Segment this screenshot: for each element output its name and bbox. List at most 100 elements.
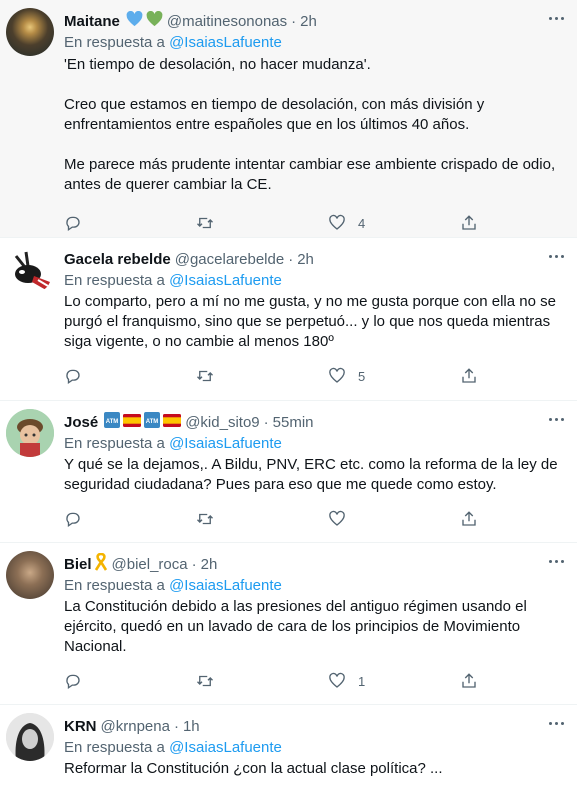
tweet-actions: 4 xyxy=(64,203,561,243)
reply-prefix: En respuesta a xyxy=(64,739,165,756)
retweet-button[interactable] xyxy=(196,510,328,528)
more-options-icon[interactable] xyxy=(545,11,567,25)
reply-button[interactable] xyxy=(64,214,196,232)
like-button[interactable]: 5 xyxy=(328,367,460,385)
like-count: 1 xyxy=(358,673,366,689)
avatar[interactable] xyxy=(6,713,54,761)
timestamp[interactable]: 2h xyxy=(300,12,317,32)
spain-flag-icon xyxy=(163,413,182,433)
tweet[interactable]: Biel @biel_roca · 2h En respuesta a @Isa… xyxy=(0,543,577,705)
share-button[interactable] xyxy=(460,214,478,232)
blue-heart-icon xyxy=(126,10,143,33)
reply-prefix: En respuesta a xyxy=(64,577,165,594)
tweet-actions xyxy=(64,499,561,539)
author-name[interactable]: KRN xyxy=(64,717,97,737)
share-button[interactable] xyxy=(460,510,478,528)
tweet[interactable]: Maitane @maitinesononas · 2h En respuest… xyxy=(0,0,577,238)
separator-dot: · xyxy=(173,718,179,735)
separator-dot: · xyxy=(263,414,269,431)
timestamp[interactable]: 1h xyxy=(183,717,200,737)
tweet-actions: 1 xyxy=(64,661,561,701)
reply-to-link[interactable]: @IsaiasLafuente xyxy=(169,577,282,594)
avatar[interactable] xyxy=(6,8,54,56)
retweet-icon xyxy=(197,370,213,382)
cartoon-avatar-icon xyxy=(6,409,54,457)
timestamp[interactable]: 55min xyxy=(273,413,314,433)
separator-dot: · xyxy=(291,13,297,30)
share-icon xyxy=(462,368,476,383)
more-options-icon[interactable] xyxy=(545,412,567,426)
timestamp[interactable]: 2h xyxy=(297,250,314,270)
like-button[interactable]: 4 xyxy=(328,214,460,232)
reply-button[interactable] xyxy=(64,367,196,385)
heart-icon xyxy=(329,214,345,230)
share-button[interactable] xyxy=(460,367,478,385)
yellow-ribbon-icon xyxy=(94,552,108,577)
reply-context: En respuesta a @IsaiasLafuente xyxy=(64,434,561,454)
author-name[interactable]: Maitane xyxy=(64,12,120,32)
avatar[interactable] xyxy=(6,409,54,457)
reply-icon xyxy=(66,216,80,232)
tweet[interactable]: José ATM ATM @kid_sito9 · 55min En respu… xyxy=(0,401,577,543)
timestamp[interactable]: 2h xyxy=(201,555,218,575)
more-options-icon[interactable] xyxy=(545,716,567,730)
portrait-avatar-icon xyxy=(6,713,54,761)
heart-icon xyxy=(329,367,345,383)
reply-button[interactable] xyxy=(64,510,196,528)
tweet-text: Lo comparto, pero a mí no me gusta, y no… xyxy=(64,293,556,350)
avatar[interactable] xyxy=(6,246,54,294)
tweet-text: Reformar la Constitución ¿con la actual … xyxy=(64,760,443,777)
author-handle[interactable]: @krnpena xyxy=(101,717,170,737)
share-button[interactable] xyxy=(460,672,478,690)
gazelle-icon xyxy=(6,246,54,294)
reply-icon xyxy=(66,512,80,528)
tweet-text: 'En tiempo de desolación, no hacer mudan… xyxy=(64,56,556,193)
retweet-icon xyxy=(197,513,213,525)
more-options-icon[interactable] xyxy=(545,554,567,568)
heart-icon xyxy=(329,510,345,526)
reply-context: En respuesta a @IsaiasLafuente xyxy=(64,738,561,758)
author-handle[interactable]: @maitinesononas xyxy=(167,12,287,32)
retweet-button[interactable] xyxy=(196,214,328,232)
author-handle[interactable]: @gacelarebelde xyxy=(175,250,284,270)
author-handle[interactable]: @biel_roca xyxy=(112,555,188,575)
author-handle[interactable]: @kid_sito9 xyxy=(185,413,259,433)
separator-dot: · xyxy=(191,556,197,573)
reply-icon xyxy=(66,674,80,690)
retweet-icon xyxy=(197,675,213,687)
tweet-text: La Constitución debido a las presiones d… xyxy=(64,598,527,655)
more-options-icon[interactable] xyxy=(545,249,567,263)
reply-context: En respuesta a @IsaiasLafuente xyxy=(64,271,561,291)
like-count: 4 xyxy=(358,215,366,231)
share-icon xyxy=(462,511,476,526)
retweet-icon xyxy=(197,217,213,229)
like-button[interactable]: 1 xyxy=(328,672,460,690)
author-name[interactable]: José xyxy=(64,413,98,433)
green-heart-icon xyxy=(146,10,163,33)
tweet-header: Gacela rebelde @gacelarebelde · 2h xyxy=(64,250,561,270)
reply-to-link[interactable]: @IsaiasLafuente xyxy=(169,435,282,452)
reply-context: En respuesta a @IsaiasLafuente xyxy=(64,576,561,596)
atm-icon: ATM xyxy=(104,412,121,434)
reply-to-link[interactable]: @IsaiasLafuente xyxy=(169,34,282,51)
reply-button[interactable] xyxy=(64,672,196,690)
timeline: Maitane @maitinesononas · 2h En respuest… xyxy=(0,0,577,794)
author-name[interactable]: Gacela rebelde xyxy=(64,250,171,270)
tweet-header: Biel @biel_roca · 2h xyxy=(64,552,561,577)
reply-context: En respuesta a @IsaiasLafuente xyxy=(64,33,561,53)
reply-prefix: En respuesta a xyxy=(64,272,165,289)
share-icon xyxy=(462,215,476,230)
retweet-button[interactable] xyxy=(196,367,328,385)
tweet[interactable]: Gacela rebelde @gacelarebelde · 2h En re… xyxy=(0,238,577,401)
svg-text:ATM: ATM xyxy=(146,419,159,425)
avatar[interactable] xyxy=(6,551,54,599)
author-name[interactable]: Biel xyxy=(64,555,92,575)
heart-icon xyxy=(329,672,345,688)
retweet-button[interactable] xyxy=(196,672,328,690)
like-button[interactable] xyxy=(328,510,460,528)
spain-flag-icon xyxy=(123,413,142,433)
svg-text:ATM: ATM xyxy=(106,419,119,425)
tweet[interactable]: KRN @krnpena · 1h En respuesta a @Isaias… xyxy=(0,705,577,794)
reply-to-link[interactable]: @IsaiasLafuente xyxy=(169,272,282,289)
reply-to-link[interactable]: @IsaiasLafuente xyxy=(169,739,282,756)
